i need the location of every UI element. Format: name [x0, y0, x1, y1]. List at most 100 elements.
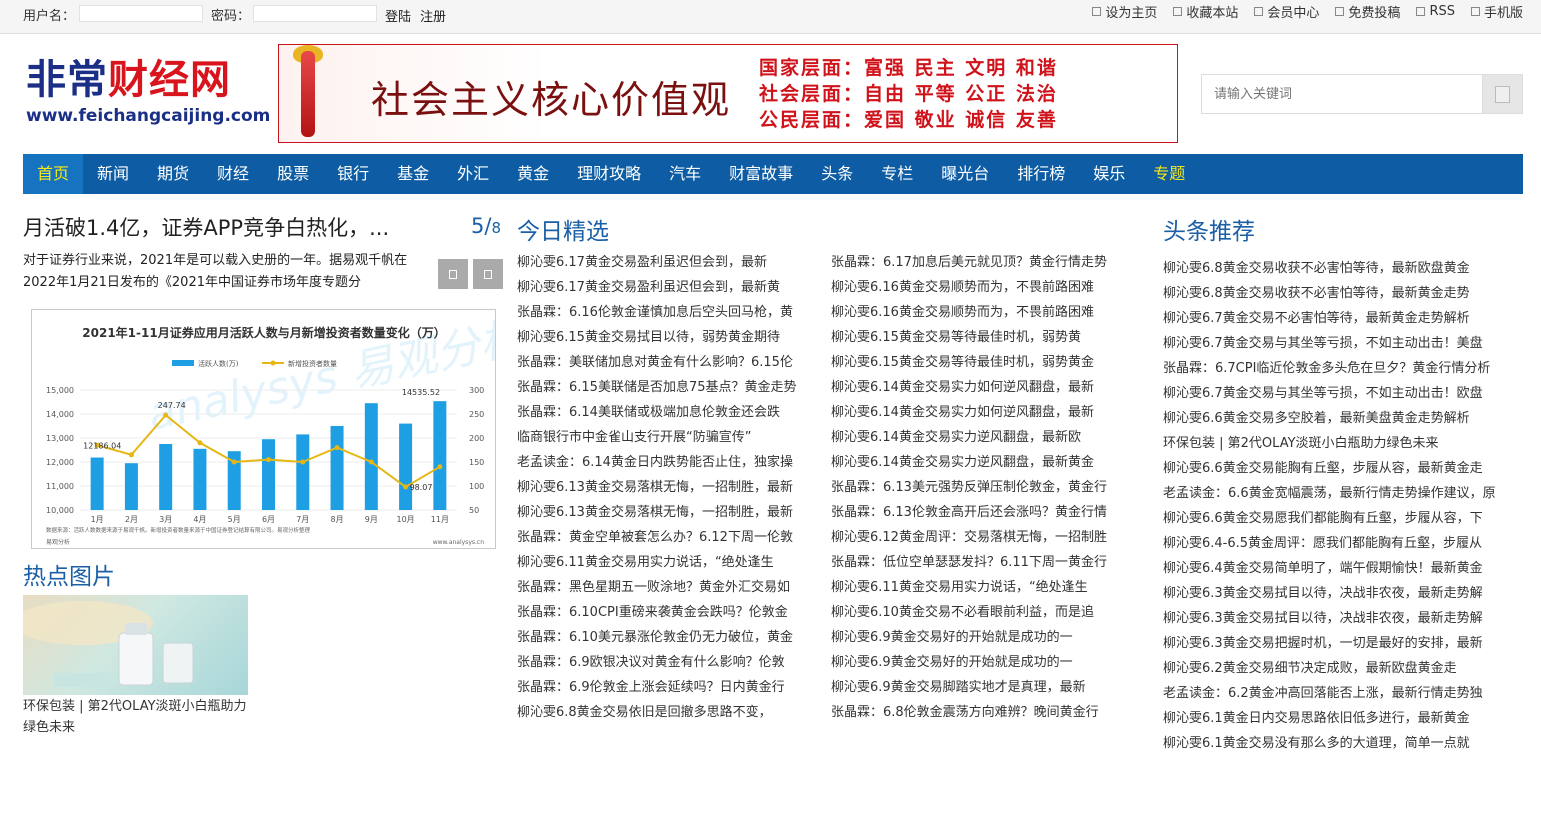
nav-exposure[interactable]: 曝光台 [927, 154, 1003, 194]
member-center-link[interactable]: 会员中心 [1254, 2, 1319, 21]
slide-prev-button[interactable] [438, 259, 468, 289]
list-item[interactable]: 柳沁雯6.13黄金交易落棋无悔，一招制胜，最新 [517, 500, 815, 525]
nav-wealth-tips[interactable]: 理财攻略 [563, 154, 655, 194]
data-label: 12186.04 [83, 442, 121, 451]
list-item[interactable]: 柳沁雯6.10黄金交易不必看眼前利益，而是追 [831, 600, 1129, 625]
list-item[interactable]: 张晶霖：6.7CPI临近伦敦金多头危在旦夕？黄金行情分析 [1163, 356, 1523, 381]
list-item[interactable]: 柳沁雯6.17黄金交易盈利虽迟但会到，最新 [517, 250, 815, 275]
search-button[interactable] [1482, 75, 1522, 113]
login-button[interactable]: 登陆 [385, 6, 411, 25]
list-item[interactable]: 张晶霖：6.16伦敦金谨慎加息后空头回马枪，黄 [517, 300, 815, 325]
list-item[interactable]: 张晶霖：6.8伦敦金震荡方向难辨？晚间黄金行 [831, 700, 1129, 725]
list-item[interactable]: 柳沁雯6.9黄金交易好的开始就是成功的一 [831, 625, 1129, 650]
nav-news[interactable]: 新闻 [83, 154, 143, 194]
list-item[interactable]: 柳沁雯6.3黄金交易把握时机，一切是最好的安排，最新 [1163, 631, 1523, 656]
feature-title[interactable]: 月活破1.4亿，证券APP竞争白热化，... [23, 212, 443, 242]
list-item[interactable]: 张晶霖：6.15美联储是否加息75基点？黄金走势 [517, 375, 815, 400]
list-item[interactable]: 老孟读金：6.2黄金冲高回落能否上涨，最新行情走势独 [1163, 681, 1523, 706]
list-item[interactable]: 老孟读金：6.14黄金日内跌势能否止住，独家操 [517, 450, 815, 475]
list-item[interactable]: 柳沁雯6.7黄金交易与其坐等亏损，不如主动出击！美盘 [1163, 331, 1523, 356]
list-item[interactable]: 柳沁雯6.11黄金交易用实力说话，“绝处逢生 [831, 575, 1129, 600]
site-logo[interactable]: 非常财经网 www.feichangcaijing.com [26, 56, 270, 126]
nav-finance[interactable]: 财经 [203, 154, 263, 194]
nav-futures[interactable]: 期货 [143, 154, 203, 194]
list-item[interactable]: 柳沁雯6.7黄金交易不必害怕等待，最新黄金走势解析 [1163, 306, 1523, 331]
list-item[interactable]: 柳沁雯6.7黄金交易与其坐等亏损，不如主动出击！欧盘 [1163, 381, 1523, 406]
nav-columns[interactable]: 专栏 [867, 154, 927, 194]
list-item[interactable]: 张晶霖：6.9欧银决议对黄金有什么影响？伦敦 [517, 650, 815, 675]
hot-picture-thumbnail[interactable] [23, 595, 248, 695]
nav-headlines[interactable]: 头条 [807, 154, 867, 194]
list-item[interactable]: 老孟读金：6.6黄金宽幅震荡，最新行情走势操作建议，原 [1163, 481, 1523, 506]
bookmark-link[interactable]: 收藏本站 [1173, 2, 1238, 21]
slide-next-button[interactable] [473, 259, 503, 289]
list-item[interactable]: 柳沁雯6.3黄金交易拭目以待，决战非农夜，最新走势解 [1163, 606, 1523, 631]
nav-stocks[interactable]: 股票 [263, 154, 323, 194]
nav-topics[interactable]: 专题 [1139, 154, 1199, 194]
nav-auto[interactable]: 汽车 [655, 154, 715, 194]
list-item[interactable]: 柳沁雯6.8黄金交易依旧是回撤多思路不变， [517, 700, 815, 725]
list-item[interactable]: 柳沁雯6.9黄金交易好的开始就是成功的一 [831, 650, 1129, 675]
nav-wealth-stories[interactable]: 财富故事 [715, 154, 807, 194]
list-item[interactable]: 柳沁雯6.16黄金交易顺势而为，不畏前路困难 [831, 275, 1129, 300]
list-item[interactable]: 张晶霖：6.13美元强势反弹压制伦敦金，黄金行 [831, 475, 1129, 500]
nav-entertainment[interactable]: 娱乐 [1079, 154, 1139, 194]
list-item[interactable]: 张晶霖：6.10CPI重磅来袭黄金会跌吗？伦敦金 [517, 600, 815, 625]
list-item[interactable]: 柳沁雯6.1黄金日内交易思路依旧低多进行，最新黄金 [1163, 706, 1523, 731]
list-item[interactable]: 柳沁雯6.2黄金交易细节决定成败，最新欧盘黄金走 [1163, 656, 1523, 681]
nav-gold[interactable]: 黄金 [503, 154, 563, 194]
list-item[interactable]: 柳沁雯6.6黄金交易愿我们都能胸有丘壑，步履从容，下 [1163, 506, 1523, 531]
feature-chart-image[interactable]: 2021年1-11月证券应用月活跃人数与月新增投资者数量变化（万） analysy… [31, 309, 496, 549]
nav-home[interactable]: 首页 [23, 154, 84, 194]
mobile-link[interactable]: 手机版 [1470, 2, 1523, 21]
nav-forex[interactable]: 外汇 [443, 154, 503, 194]
nav-funds[interactable]: 基金 [383, 154, 443, 194]
core-values-banner[interactable]: 社会主义核心价值观 国家层面：富强 民主 文明 和谐 社会层面：自由 平等 公正… [278, 44, 1178, 143]
list-item[interactable]: 张晶霖：6.9伦敦金上涨会延续吗？日内黄金行 [517, 675, 815, 700]
list-item[interactable]: 柳沁雯6.14黄金交易实力逆风翻盘，最新黄金 [831, 450, 1129, 475]
list-item[interactable]: 张晶霖：美联储加息对黄金有什么影响？6.15伦 [517, 350, 815, 375]
slide-current: 5/ [471, 214, 492, 238]
list-item[interactable]: 张晶霖：6.14美联储或极端加息伦敦金还会跌 [517, 400, 815, 425]
list-item[interactable]: 柳沁雯6.12黄金周评：交易落棋无悔，一招制胜 [831, 525, 1129, 550]
list-item[interactable]: 柳沁雯6.14黄金交易实力逆风翻盘，最新欧 [831, 425, 1129, 450]
nav-rankings[interactable]: 排行榜 [1003, 154, 1079, 194]
list-item[interactable]: 柳沁雯6.8黄金交易收获不必害怕等待，最新欧盘黄金 [1163, 256, 1523, 281]
username-input[interactable] [79, 5, 203, 22]
list-item[interactable]: 柳沁雯6.8黄金交易收获不必害怕等待，最新黄金走势 [1163, 281, 1523, 306]
list-item[interactable]: 柳沁雯6.4-6.5黄金周评：愿我们都能胸有丘壑，步履从 [1163, 531, 1523, 556]
list-item[interactable]: 环保包装 | 第2代OLAY淡斑小白瓶助力绿色未来 [1163, 431, 1523, 456]
list-item[interactable]: 张晶霖：黑色星期五一败涂地？黄金外汇交易如 [517, 575, 815, 600]
list-item[interactable]: 柳沁雯6.9黄金交易脚踏实地才是真理，最新 [831, 675, 1129, 700]
list-item[interactable]: 临商银行市中金雀山支行开展“防骗宣传” [517, 425, 815, 450]
list-item[interactable]: 张晶霖：6.10美元暴涨伦敦金仍无力破位，黄金 [517, 625, 815, 650]
prev-icon [449, 269, 457, 279]
hot-picture-caption[interactable]: 环保包装 | 第2代OLAY淡斑小白瓶助力绿色未来 [23, 696, 248, 738]
register-link[interactable]: 注册 [420, 6, 446, 25]
list-item[interactable]: 柳沁雯6.6黄金交易多空胶着，最新美盘黄金走势解析 [1163, 406, 1523, 431]
list-item[interactable]: 柳沁雯6.17黄金交易盈利虽迟但会到，最新黄 [517, 275, 815, 300]
nav-banks[interactable]: 银行 [323, 154, 383, 194]
list-item[interactable]: 柳沁雯6.15黄金交易拭目以待，弱势黄金期待 [517, 325, 815, 350]
list-item[interactable]: 柳沁雯6.13黄金交易落棋无悔，一招制胜，最新 [517, 475, 815, 500]
list-item[interactable]: 张晶霖：6.17加息后美元就见顶？黄金行情走势 [831, 250, 1129, 275]
list-item[interactable]: 柳沁雯6.3黄金交易拭目以待，决战非农夜，最新走势解 [1163, 581, 1523, 606]
list-item[interactable]: 柳沁雯6.1黄金交易没有那么多的大道理，简单一点就 [1163, 731, 1523, 756]
set-homepage-link[interactable]: 设为主页 [1092, 2, 1157, 21]
list-item[interactable]: 柳沁雯6.15黄金交易等待最佳时机，弱势黄金 [831, 350, 1129, 375]
list-item[interactable]: 柳沁雯6.15黄金交易等待最佳时机，弱势黄 [831, 325, 1129, 350]
rss-link[interactable]: RSS [1416, 2, 1455, 21]
list-item[interactable]: 柳沁雯6.14黄金交易实力如何逆风翻盘，最新 [831, 375, 1129, 400]
password-input[interactable] [253, 5, 377, 22]
list-item[interactable]: 柳沁雯6.4黄金交易简单明了，端午假期愉快！最新黄金 [1163, 556, 1523, 581]
list-item[interactable]: 柳沁雯6.14黄金交易实力如何逆风翻盘，最新 [831, 400, 1129, 425]
submit-article-link[interactable]: 免费投稿 [1335, 2, 1400, 21]
search-input[interactable] [1202, 75, 1484, 113]
slide-pager: 5/8 [471, 214, 501, 238]
list-item[interactable]: 张晶霖：低位空单瑟瑟发抖？6.11下周一黄金行 [831, 550, 1129, 575]
list-item[interactable]: 柳沁雯6.16黄金交易顺势而为，不畏前路困难 [831, 300, 1129, 325]
list-item[interactable]: 柳沁雯6.6黄金交易能胸有丘壑，步履从容，最新黄金走 [1163, 456, 1523, 481]
list-item[interactable]: 张晶霖：黄金空单被套怎么办？6.12下周一伦敦 [517, 525, 815, 550]
list-item[interactable]: 柳沁雯6.11黄金交易用实力说话，“绝处逢生 [517, 550, 815, 575]
list-item[interactable]: 张晶霖：6.13伦敦金高开后还会涨吗？黄金行情 [831, 500, 1129, 525]
